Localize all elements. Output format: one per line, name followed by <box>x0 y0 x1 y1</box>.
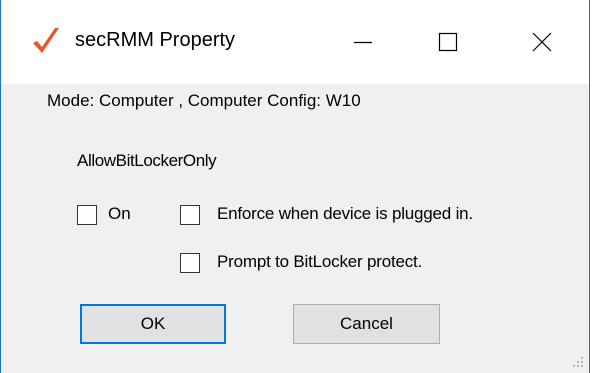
enforce-checkbox[interactable] <box>180 205 200 225</box>
on-checkbox-label[interactable]: On <box>108 204 131 224</box>
enforce-checkbox-label[interactable]: Enforce when device is plugged in. <box>217 204 473 224</box>
minimize-icon <box>354 41 372 44</box>
close-button[interactable] <box>496 0 588 84</box>
prompt-bitlocker-checkbox[interactable] <box>180 253 200 273</box>
maximize-icon <box>438 32 458 52</box>
minimize-button[interactable] <box>317 0 409 84</box>
prompt-bitlocker-checkbox-label[interactable]: Prompt to BitLocker protect. <box>217 252 422 272</box>
setting-name-label: AllowBitLockerOnly <box>77 151 217 170</box>
ok-button[interactable]: OK <box>80 304 226 344</box>
resize-grip-icon[interactable] <box>571 355 585 369</box>
title-bar[interactable]: secRMM Property <box>1 0 589 84</box>
close-icon <box>532 32 552 52</box>
checkmark-icon <box>33 28 59 53</box>
on-checkbox[interactable] <box>77 205 97 225</box>
cancel-button[interactable]: Cancel <box>293 304 440 344</box>
mode-label: Mode: Computer , Computer Config: W10 <box>47 91 361 110</box>
window-title: secRMM Property <box>75 29 236 51</box>
secrmm-property-window: secRMM Property Mode: Computer , Compute… <box>0 0 590 373</box>
maximize-button[interactable] <box>402 0 494 84</box>
